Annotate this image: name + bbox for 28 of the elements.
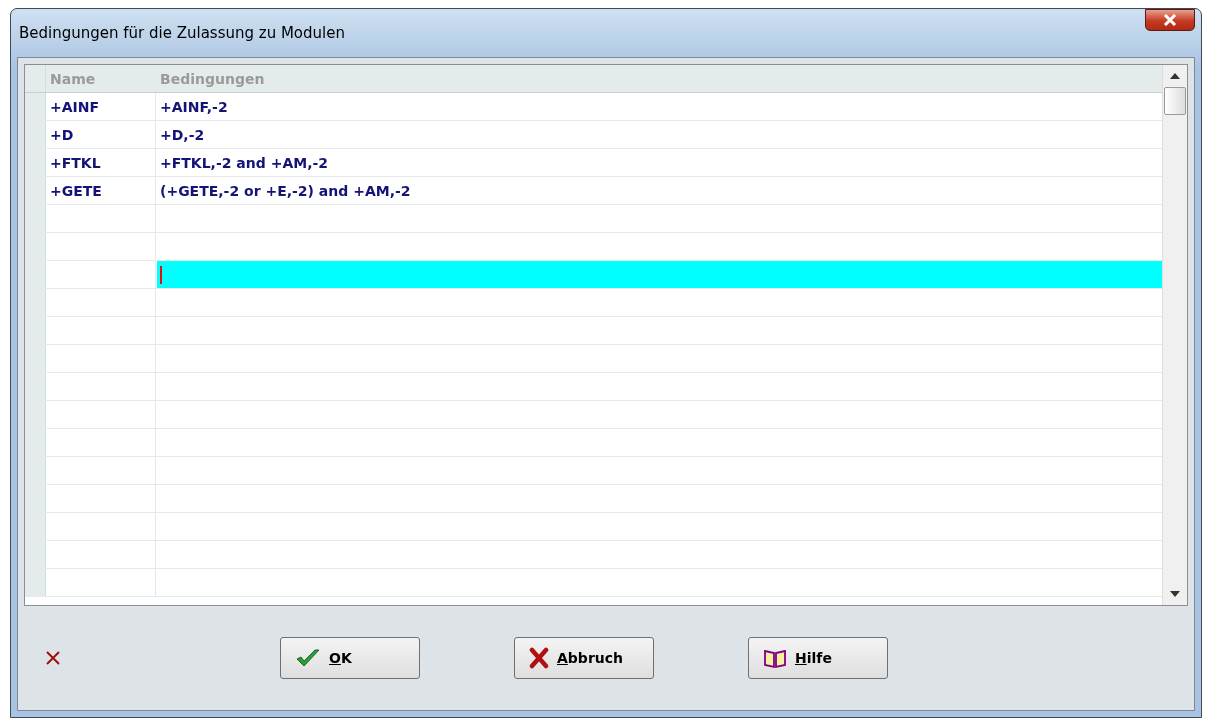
scroll-up-icon[interactable] [1170,73,1180,79]
close-icon [1163,14,1177,26]
row-header[interactable] [25,93,46,120]
table-cell: +GETE [50,182,102,199]
table-cell: +FTKL [50,154,101,171]
table-cell: +D [50,126,74,143]
table-cell: +AINF,-2 [160,98,228,115]
table-cell: +FTKL,-2 and +AM,-2 [160,154,329,171]
close-button[interactable] [1145,9,1195,31]
book-icon [763,647,787,669]
cross-icon [529,647,549,669]
table-cell: +D,-2 [160,126,205,143]
cancel-button[interactable]: Abbruch [514,637,654,679]
column-header: Bedingungen [160,70,265,87]
edit-field[interactable] [157,261,1162,288]
vertical-scrollbar[interactable] [1162,65,1187,605]
table-cell: +AINF [50,98,100,115]
column-header: Name [50,70,96,87]
scroll-thumb[interactable] [1164,87,1186,115]
help-button[interactable]: Hilfe [748,637,888,679]
text-cursor [160,265,162,284]
table-cell: (+GETE,-2 or +E,-2) and +AM,-2 [160,182,411,199]
ok-button[interactable]: OK [280,637,420,679]
scroll-down-icon[interactable] [1170,591,1180,597]
cross-icon [46,651,60,665]
checkmark-icon [295,647,321,669]
row-header[interactable] [25,569,46,596]
window-title: Bedingungen für die Zulassung zu Modulen [18,24,345,42]
